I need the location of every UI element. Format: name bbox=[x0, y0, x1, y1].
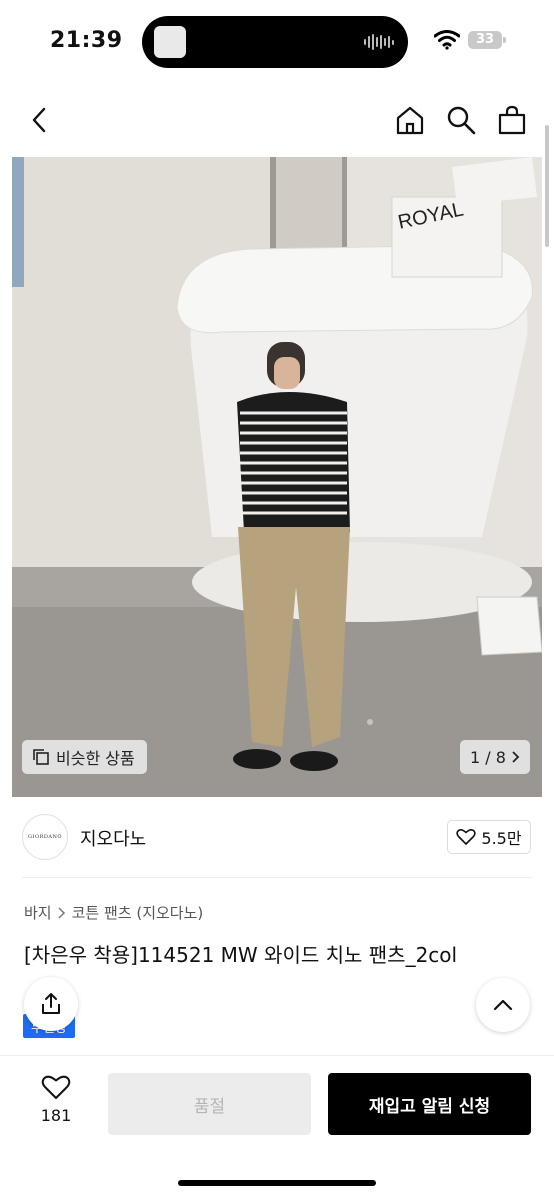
audio-wave-icon bbox=[364, 33, 394, 51]
brand-name[interactable]: 지오다노 bbox=[80, 825, 146, 851]
home-indicator bbox=[178, 1180, 376, 1186]
battery-icon: 33 bbox=[468, 31, 502, 49]
divider bbox=[22, 877, 532, 878]
brand-like-button[interactable]: 5.5만 bbox=[447, 820, 531, 854]
chevron-up-icon bbox=[493, 999, 513, 1011]
scrollbar[interactable] bbox=[545, 125, 549, 247]
back-icon bbox=[32, 107, 46, 133]
now-playing-thumbnail bbox=[154, 26, 186, 58]
search-button[interactable] bbox=[443, 102, 479, 138]
share-icon bbox=[42, 993, 60, 1014]
brand-logo[interactable]: GIORDANO bbox=[22, 814, 68, 860]
heart-icon bbox=[456, 829, 477, 845]
battery-tip bbox=[503, 37, 506, 43]
restock-alert-button[interactable]: 재입고 알림 신청 bbox=[328, 1073, 531, 1135]
soldout-button[interactable]: 품절 bbox=[108, 1073, 311, 1135]
heart-icon bbox=[41, 1075, 71, 1099]
product-photo: ROYAL bbox=[12, 157, 542, 797]
breadcrumb-category[interactable]: 바지 bbox=[24, 902, 52, 923]
search-icon bbox=[447, 106, 476, 135]
bottom-bar-divider bbox=[0, 1055, 554, 1056]
image-pager-label: 1 / 8 bbox=[470, 747, 506, 767]
breadcrumb-subcategory[interactable]: 코튼 팬츠 (지오다노) bbox=[72, 902, 204, 923]
home-icon bbox=[396, 106, 424, 135]
wish-count: 181 bbox=[40, 1106, 72, 1125]
share-button[interactable] bbox=[24, 977, 78, 1031]
cart-button[interactable] bbox=[494, 102, 530, 138]
chevron-right-icon bbox=[58, 906, 65, 919]
similar-products-button[interactable]: 비슷한 상품 bbox=[22, 740, 147, 774]
wish-button[interactable]: 181 bbox=[28, 1074, 84, 1125]
chevron-right-icon bbox=[512, 751, 520, 763]
back-button[interactable] bbox=[24, 104, 56, 136]
dynamic-island bbox=[142, 16, 408, 68]
product-image[interactable]: ROYAL bbox=[12, 157, 542, 797]
brand-logo-text: GIORDANO bbox=[28, 834, 62, 840]
product-title: [차은우 착용]114521 MW 와이드 치노 팬츠_2col bbox=[24, 943, 458, 967]
status-time: 21:39 bbox=[50, 28, 123, 53]
breadcrumb: 바지 코튼 팬츠 (지오다노) bbox=[24, 902, 203, 923]
shopping-bag-icon bbox=[498, 105, 526, 135]
similar-products-label: 비슷한 상품 bbox=[56, 749, 135, 768]
similar-icon bbox=[33, 749, 49, 765]
image-pager-button[interactable]: 1 / 8 bbox=[460, 740, 530, 774]
home-button[interactable] bbox=[392, 102, 428, 138]
brand-like-count: 5.5만 bbox=[481, 829, 522, 848]
scroll-top-button[interactable] bbox=[476, 978, 530, 1032]
wifi-icon bbox=[434, 30, 460, 50]
